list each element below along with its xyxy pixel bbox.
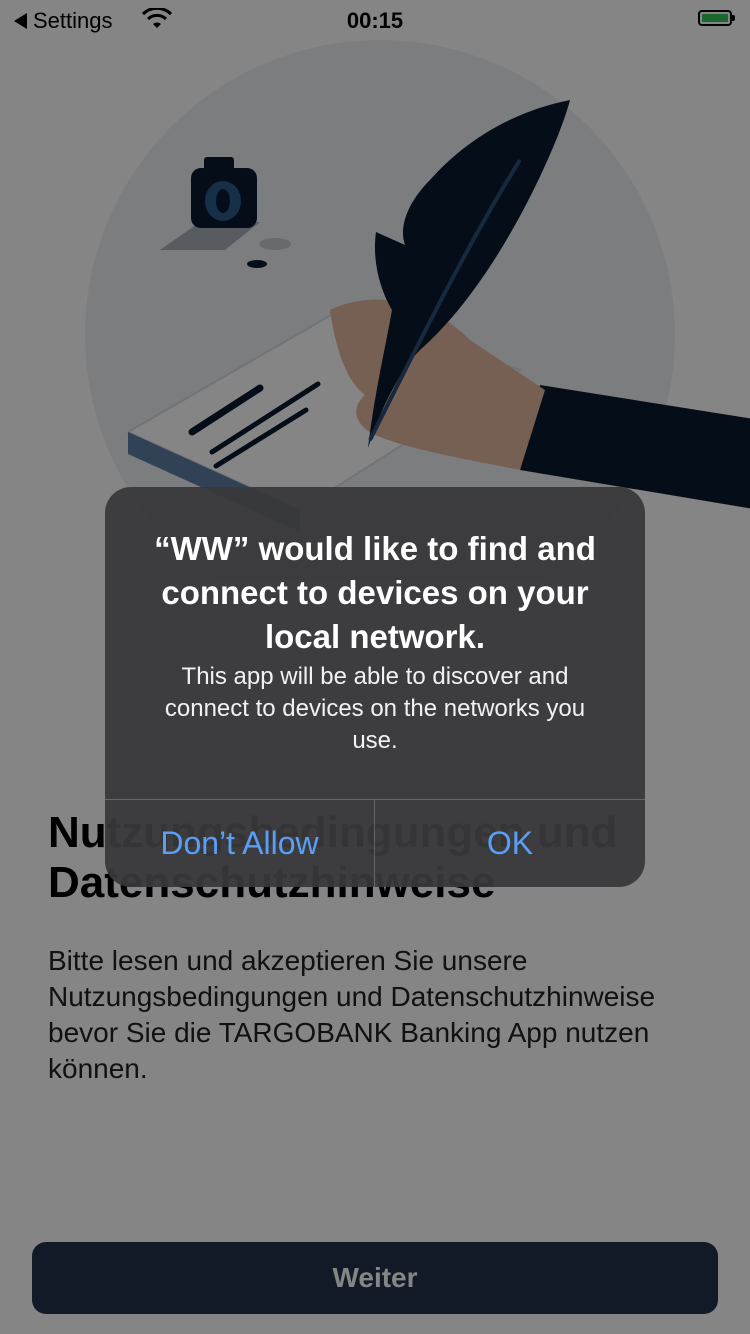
dont-allow-button[interactable]: Don’t Allow	[105, 800, 374, 887]
alert-title: “WW” would like to find and connect to d…	[154, 530, 596, 655]
alert-message: This app will be able to discover and co…	[164, 663, 586, 754]
ok-button[interactable]: OK	[375, 800, 645, 887]
local-network-permission-alert: “WW” would like to find and connect to d…	[105, 487, 645, 887]
